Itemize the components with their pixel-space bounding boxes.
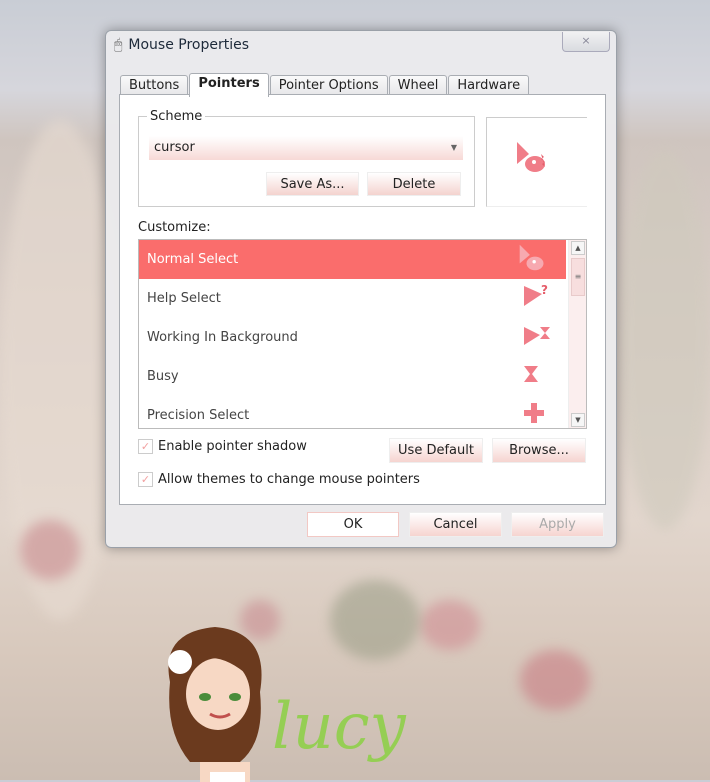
list-item-help-select[interactable]: Help Select ? [139, 279, 566, 318]
crosshair-icon [524, 403, 544, 423]
item-label: Normal Select [147, 252, 239, 267]
checkbox-label: Enable pointer shadow [158, 439, 307, 454]
use-default-button[interactable]: Use Default [389, 438, 483, 463]
tab-pointers[interactable]: Pointers [189, 73, 269, 97]
mouse-icon: 🖱 [114, 37, 123, 53]
scroll-up-button[interactable]: ▲ [571, 241, 585, 255]
tab-wheel[interactable]: Wheel [388, 75, 448, 96]
hourglass-icon [524, 366, 538, 382]
scheme-value: cursor [154, 140, 195, 155]
window-title: Mouse Properties [128, 37, 250, 53]
list-item-busy[interactable]: Busy [139, 357, 566, 396]
browse-button[interactable]: Browse... [492, 438, 586, 463]
delete-button[interactable]: Delete [367, 172, 461, 196]
working-arrow-icon [524, 327, 550, 345]
list-item-working-in-background[interactable]: Working In Background [139, 318, 566, 357]
dino-arrow-icon [519, 244, 544, 271]
item-label: Help Select [147, 291, 221, 306]
save-as-button[interactable]: Save As... [266, 172, 359, 196]
ok-button[interactable]: OK [307, 512, 399, 537]
cursor-list[interactable]: Normal Select Help Select ? Working In B… [138, 239, 587, 429]
girl-illustration [168, 627, 262, 782]
close-button[interactable]: × [562, 32, 610, 52]
lucy-watermark: lucy [272, 690, 406, 764]
checkmark-icon: ✓ [138, 439, 153, 454]
dino-arrow-icon [517, 142, 545, 172]
title-bar: 🖱 Mouse Properties [114, 37, 249, 53]
tab-buttons[interactable]: Buttons [120, 75, 189, 96]
enable-pointer-shadow-checkbox[interactable]: ✓ Enable pointer shadow [138, 439, 307, 454]
mouse-properties-dialog: 🖱 Mouse Properties × Buttons Pointers Po… [105, 30, 617, 548]
allow-themes-checkbox[interactable]: ✓ Allow themes to change mouse pointers [138, 472, 420, 487]
scheme-label: Scheme [147, 109, 206, 124]
pointers-panel: Scheme cursor ▼ Save As... Delete Custom… [119, 94, 606, 505]
chevron-down-icon: ▼ [450, 143, 457, 152]
scroll-down-button[interactable]: ▼ [571, 413, 585, 427]
apply-button[interactable]: Apply [511, 512, 604, 537]
list-scrollbar[interactable]: ▲ ≡ ▼ [568, 240, 586, 428]
scroll-thumb[interactable]: ≡ [571, 258, 585, 296]
svg-text:?: ? [541, 283, 548, 297]
tab-pointer-options[interactable]: Pointer Options [269, 75, 388, 96]
cursor-preview [486, 117, 587, 207]
help-arrow-icon: ? [524, 283, 548, 306]
cancel-button[interactable]: Cancel [409, 512, 502, 537]
item-label: Busy [147, 369, 179, 384]
checkbox-label: Allow themes to change mouse pointers [158, 472, 420, 487]
checkmark-icon: ✓ [138, 472, 153, 487]
list-item-precision-select[interactable]: Precision Select [139, 396, 566, 428]
item-label: Working In Background [147, 330, 298, 345]
item-label: Precision Select [147, 408, 250, 423]
list-item-normal-select[interactable]: Normal Select [139, 240, 566, 279]
scheme-group: Scheme cursor ▼ Save As... Delete [138, 109, 475, 207]
scheme-dropdown[interactable]: cursor ▼ [149, 136, 463, 160]
customize-label: Customize: [138, 220, 211, 235]
tab-hardware[interactable]: Hardware [448, 75, 530, 96]
